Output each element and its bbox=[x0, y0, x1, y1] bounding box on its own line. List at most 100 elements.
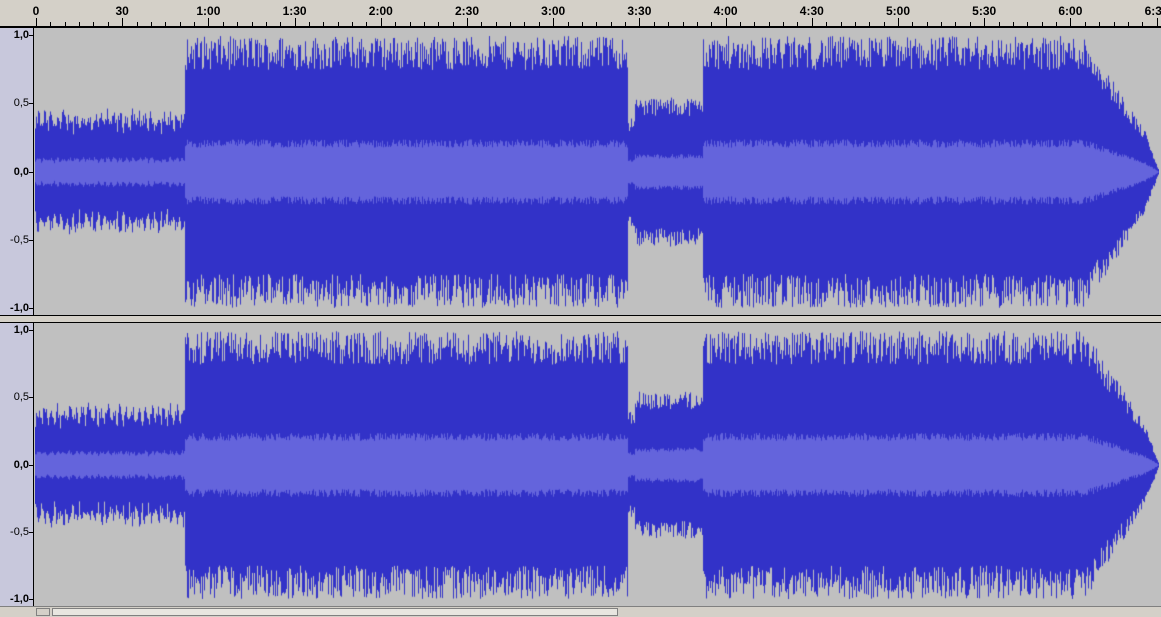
timeline-minor-tick bbox=[783, 22, 785, 26]
audio-track-right[interactable]: 1,0 0,5 0,0 -0,5 -1,0 bbox=[0, 322, 1161, 607]
amplitude-ruler-right: 1,0 0,5 0,0 -0,5 -1,0 bbox=[0, 323, 34, 607]
timeline-minor-tick bbox=[194, 22, 196, 26]
amplitude-tick bbox=[29, 308, 33, 309]
timeline-major-tick bbox=[553, 18, 555, 26]
timeline-minor-tick bbox=[854, 22, 856, 26]
amplitude-tick bbox=[29, 330, 33, 331]
timeline-minor-tick bbox=[1099, 22, 1101, 26]
timeline-minor-tick bbox=[1012, 22, 1014, 26]
timeline-minor-tick bbox=[711, 22, 713, 26]
amplitude-label: 1,0 bbox=[13, 29, 29, 41]
timeline-major-tick bbox=[294, 18, 296, 26]
amplitude-tick bbox=[29, 171, 33, 173]
timeline-minor-tick bbox=[423, 22, 425, 26]
timeline-minor-tick bbox=[1056, 22, 1058, 26]
timeline-major-tick bbox=[122, 18, 124, 26]
timeline-ruler[interactable]: 0 30 1:00 1:30 2:00 2:30 3:00 3:30 4:00 4:30 5:00 5… bbox=[0, 0, 1161, 27]
timeline-label: 1:00 bbox=[196, 4, 221, 18]
timeline-label: 2:00 bbox=[368, 4, 393, 18]
timeline-label: 30 bbox=[115, 4, 129, 18]
waveform-left[interactable] bbox=[35, 28, 1159, 316]
amplitude-tick bbox=[29, 464, 33, 466]
timeline-minor-tick bbox=[237, 22, 239, 26]
timeline-label: 4:00 bbox=[713, 4, 738, 18]
timeline-minor-tick bbox=[840, 22, 842, 26]
timeline-minor-tick bbox=[510, 22, 512, 26]
timeline-major-tick bbox=[380, 18, 382, 26]
timeline-label: 2:30 bbox=[454, 4, 480, 18]
amplitude-label: 0,0 bbox=[13, 458, 29, 471]
amplitude-label: -1,0 bbox=[10, 593, 29, 605]
timeline-major-tick bbox=[898, 18, 899, 26]
timeline-minor-tick bbox=[797, 22, 799, 26]
timeline-minor-tick bbox=[1084, 22, 1086, 26]
timeline-label: 3:00 bbox=[541, 4, 566, 18]
timeline-minor-tick bbox=[538, 22, 540, 26]
timeline-minor-tick bbox=[524, 22, 526, 26]
timeline-minor-tick bbox=[1142, 22, 1144, 26]
timeline-minor-tick bbox=[50, 22, 52, 26]
timeline-minor-tick bbox=[668, 22, 670, 26]
timeline-minor-tick bbox=[768, 22, 770, 26]
timeline-minor-tick bbox=[610, 22, 612, 26]
timeline-minor-tick bbox=[64, 22, 66, 26]
amplitude-tick bbox=[29, 239, 33, 241]
timeline-minor-tick bbox=[567, 22, 569, 26]
audio-track-left[interactable]: 1,0 0,5 0,0 -0,5 -1,0 bbox=[0, 27, 1161, 316]
timeline-label: 6:30 bbox=[1144, 4, 1161, 18]
timeline-minor-tick bbox=[481, 22, 483, 26]
timeline-minor-tick bbox=[955, 22, 957, 26]
timeline-minor-tick bbox=[323, 22, 325, 26]
amplitude-label: -1,0 bbox=[10, 302, 29, 314]
timeline-minor-tick bbox=[495, 22, 497, 26]
timeline-minor-tick bbox=[912, 22, 914, 26]
timeline-major-tick bbox=[36, 18, 37, 26]
timeline-minor-tick bbox=[1127, 22, 1129, 26]
timeline-major-tick bbox=[467, 18, 468, 26]
timeline-major-tick bbox=[811, 18, 813, 26]
timeline-minor-tick bbox=[653, 22, 655, 26]
timeline-minor-tick bbox=[739, 22, 741, 26]
amplitude-label: -0,5 bbox=[10, 525, 29, 538]
timeline-minor-tick bbox=[883, 22, 885, 26]
timeline-minor-tick bbox=[926, 22, 928, 26]
timeline-minor-tick bbox=[222, 22, 224, 26]
timeline-minor-tick bbox=[79, 22, 81, 26]
amplitude-tick bbox=[29, 599, 33, 600]
timeline-minor-tick bbox=[581, 22, 583, 26]
timeline-label: 3:30 bbox=[627, 4, 652, 18]
scroll-left-button[interactable] bbox=[36, 608, 50, 616]
scroll-thumb[interactable] bbox=[52, 608, 618, 616]
timeline-minor-tick bbox=[941, 22, 943, 26]
timeline-minor-tick bbox=[998, 22, 1000, 26]
timeline-major-tick bbox=[1156, 18, 1158, 26]
timeline-label: 6:00 bbox=[1058, 4, 1083, 18]
timeline-major-tick bbox=[208, 18, 210, 26]
timeline-minor-tick bbox=[251, 22, 253, 26]
amplitude-ruler-left: 1,0 0,5 0,0 -0,5 -1,0 bbox=[0, 28, 34, 316]
timeline-minor-tick bbox=[395, 22, 397, 26]
timeline-major-tick bbox=[984, 18, 986, 26]
timeline-minor-tick bbox=[93, 22, 95, 26]
amplitude-tick bbox=[29, 35, 33, 36]
timeline-minor-tick bbox=[165, 22, 167, 26]
timeline-minor-tick bbox=[107, 22, 109, 26]
waveform-right[interactable] bbox=[35, 323, 1159, 607]
timeline-minor-tick bbox=[969, 22, 971, 26]
timeline-minor-tick bbox=[826, 22, 828, 26]
timeline-major-tick bbox=[725, 18, 727, 26]
amplitude-label: 0,0 bbox=[13, 165, 29, 178]
timeline-minor-tick bbox=[754, 22, 756, 26]
amplitude-label: 1,0 bbox=[13, 324, 29, 336]
timeline-minor-tick bbox=[179, 22, 181, 26]
horizontal-scrollbar[interactable] bbox=[0, 606, 1161, 617]
timeline-minor-tick bbox=[682, 22, 684, 26]
timeline-label: 4:30 bbox=[799, 4, 824, 18]
amplitude-tick bbox=[29, 397, 33, 399]
timeline-minor-tick bbox=[366, 22, 368, 26]
timeline-minor-tick bbox=[1113, 22, 1115, 26]
timeline-minor-tick bbox=[1027, 22, 1029, 26]
timeline-major-tick bbox=[1070, 18, 1072, 26]
timeline-minor-tick bbox=[625, 22, 627, 26]
timeline-minor-tick bbox=[280, 22, 282, 26]
